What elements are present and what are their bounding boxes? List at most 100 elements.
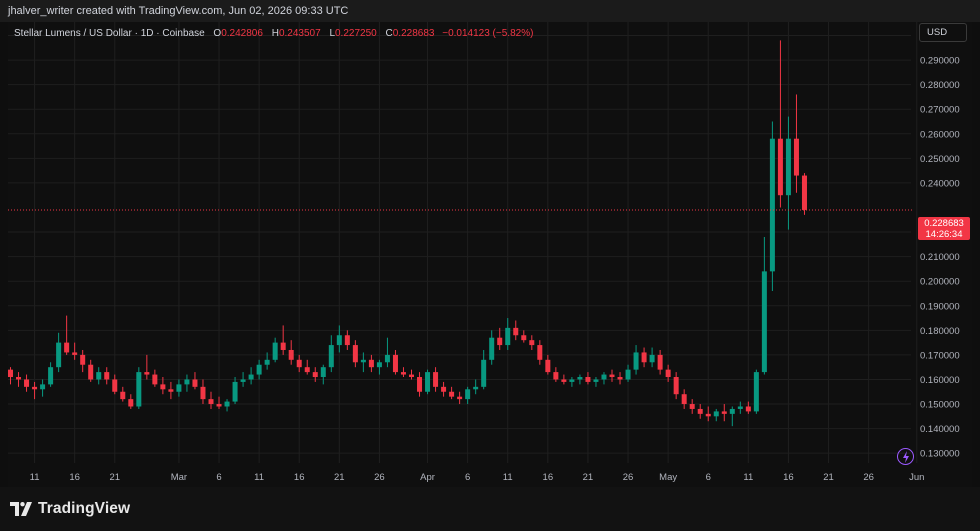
candle-up (176, 384, 182, 392)
candle-down (561, 379, 567, 382)
candle-down (497, 337, 503, 346)
candle-down (609, 374, 615, 378)
candle-up (184, 379, 190, 385)
y-tick-label: 0.200000 (920, 277, 960, 288)
candle-down (24, 379, 30, 387)
y-tick-label: 0.270000 (920, 105, 960, 116)
candle-up (577, 377, 583, 380)
candle-up (336, 335, 342, 346)
candle-up (785, 138, 791, 196)
candle-up (593, 379, 599, 382)
y-tick-label: 0.250000 (920, 154, 960, 165)
candle-down (8, 369, 13, 378)
candle-up (633, 352, 639, 370)
y-tick-label: 0.140000 (920, 424, 960, 435)
candle-down (160, 384, 166, 390)
change-value: −0.014123 (−5.82%) (442, 28, 534, 39)
candle-down (280, 342, 286, 350)
x-tick-label: Apr (420, 472, 435, 483)
time-axis: 11 16 21 Mar 6 11 16 21 26 Apr 6 11 16 21 26 May 6 11 16 21… (30, 472, 925, 483)
close-key: C (385, 28, 393, 39)
candle-up (761, 271, 767, 373)
x-tick-label: Jun (909, 472, 924, 483)
candle-down (417, 377, 423, 392)
high-value: 0.243507 (278, 28, 321, 39)
candle-up (729, 408, 735, 414)
candle-down (120, 391, 126, 400)
candle-up (136, 372, 142, 407)
candlestick-chart[interactable]: 0.3000000.2900000.2800000.2700000.260000… (8, 22, 972, 487)
candle-down (392, 354, 398, 373)
candle-up (224, 401, 230, 407)
candle-up (384, 354, 390, 363)
candle-down (409, 374, 414, 378)
x-tick-label: 11 (254, 472, 264, 483)
candle-down (344, 335, 350, 346)
candle-down (529, 340, 535, 346)
candle-down (64, 342, 70, 353)
candle-down (745, 406, 751, 412)
candle-up (489, 337, 495, 360)
candle-down (801, 175, 807, 210)
y-tick-label: 0.150000 (920, 400, 960, 411)
candle-down (128, 399, 134, 407)
candle-down (705, 413, 711, 417)
tradingview-brand[interactable]: TradingView (10, 499, 130, 519)
y-tick-label: 0.290000 (920, 56, 960, 67)
x-tick-label: May (659, 472, 677, 483)
candle-up (328, 345, 334, 368)
candle-down (144, 372, 150, 375)
x-tick-label: 16 (783, 472, 794, 483)
x-tick-label: 21 (583, 472, 594, 483)
chart-credit: jhalver_writer created with TradingView.… (8, 5, 349, 17)
y-tick-label: 0.170000 (920, 350, 960, 361)
candle-down (200, 386, 206, 400)
candle-down (793, 138, 799, 176)
candle-down (304, 367, 310, 373)
candle-down (208, 399, 214, 405)
brand-name: TradingView (38, 500, 131, 517)
x-tick-label: 16 (543, 472, 554, 483)
candle-up (649, 354, 655, 363)
candle-up (737, 406, 743, 409)
close-value: 0.228683 (392, 28, 435, 39)
currency-button[interactable]: USD (919, 23, 967, 42)
candle-down (112, 379, 118, 392)
x-tick-label: 21 (334, 472, 345, 483)
candle-up (256, 364, 262, 375)
candle-down (537, 345, 543, 360)
candle-down (689, 404, 695, 409)
candle-down (681, 394, 687, 405)
y-tick-label: 0.180000 (920, 326, 960, 337)
candle-down (288, 349, 294, 360)
footer-bar (0, 487, 980, 531)
y-tick-label: 0.210000 (920, 252, 960, 263)
candle-down (441, 386, 447, 392)
x-tick-label: 16 (69, 472, 80, 483)
x-tick-label: 26 (374, 472, 385, 483)
candle-down (665, 369, 671, 378)
candle-up (481, 359, 487, 387)
candle-up (232, 381, 238, 402)
x-tick-label: 21 (109, 472, 120, 483)
last-price-label: 0.228683 14:26:34 (918, 217, 970, 240)
candle-down (553, 372, 559, 380)
candle-down (72, 352, 78, 355)
x-tick-label: Mar (171, 472, 187, 483)
candle-up (505, 327, 511, 346)
candle-down (521, 335, 527, 341)
x-tick-label: 11 (503, 472, 513, 483)
chart-pane[interactable]: 0.3000000.2900000.2800000.2700000.260000… (8, 22, 972, 487)
candle-down (657, 354, 663, 370)
candle-down (152, 374, 158, 385)
candle-down (721, 411, 727, 414)
candle-down (312, 372, 318, 378)
last-price-value: 0.228683 (924, 218, 964, 229)
candle-up (769, 138, 775, 272)
candle-down (16, 377, 22, 380)
candle-down (545, 359, 551, 373)
candle-down (216, 404, 222, 407)
candle-up (753, 372, 759, 412)
high-key: H (271, 28, 279, 39)
flash-icon[interactable] (897, 448, 914, 465)
